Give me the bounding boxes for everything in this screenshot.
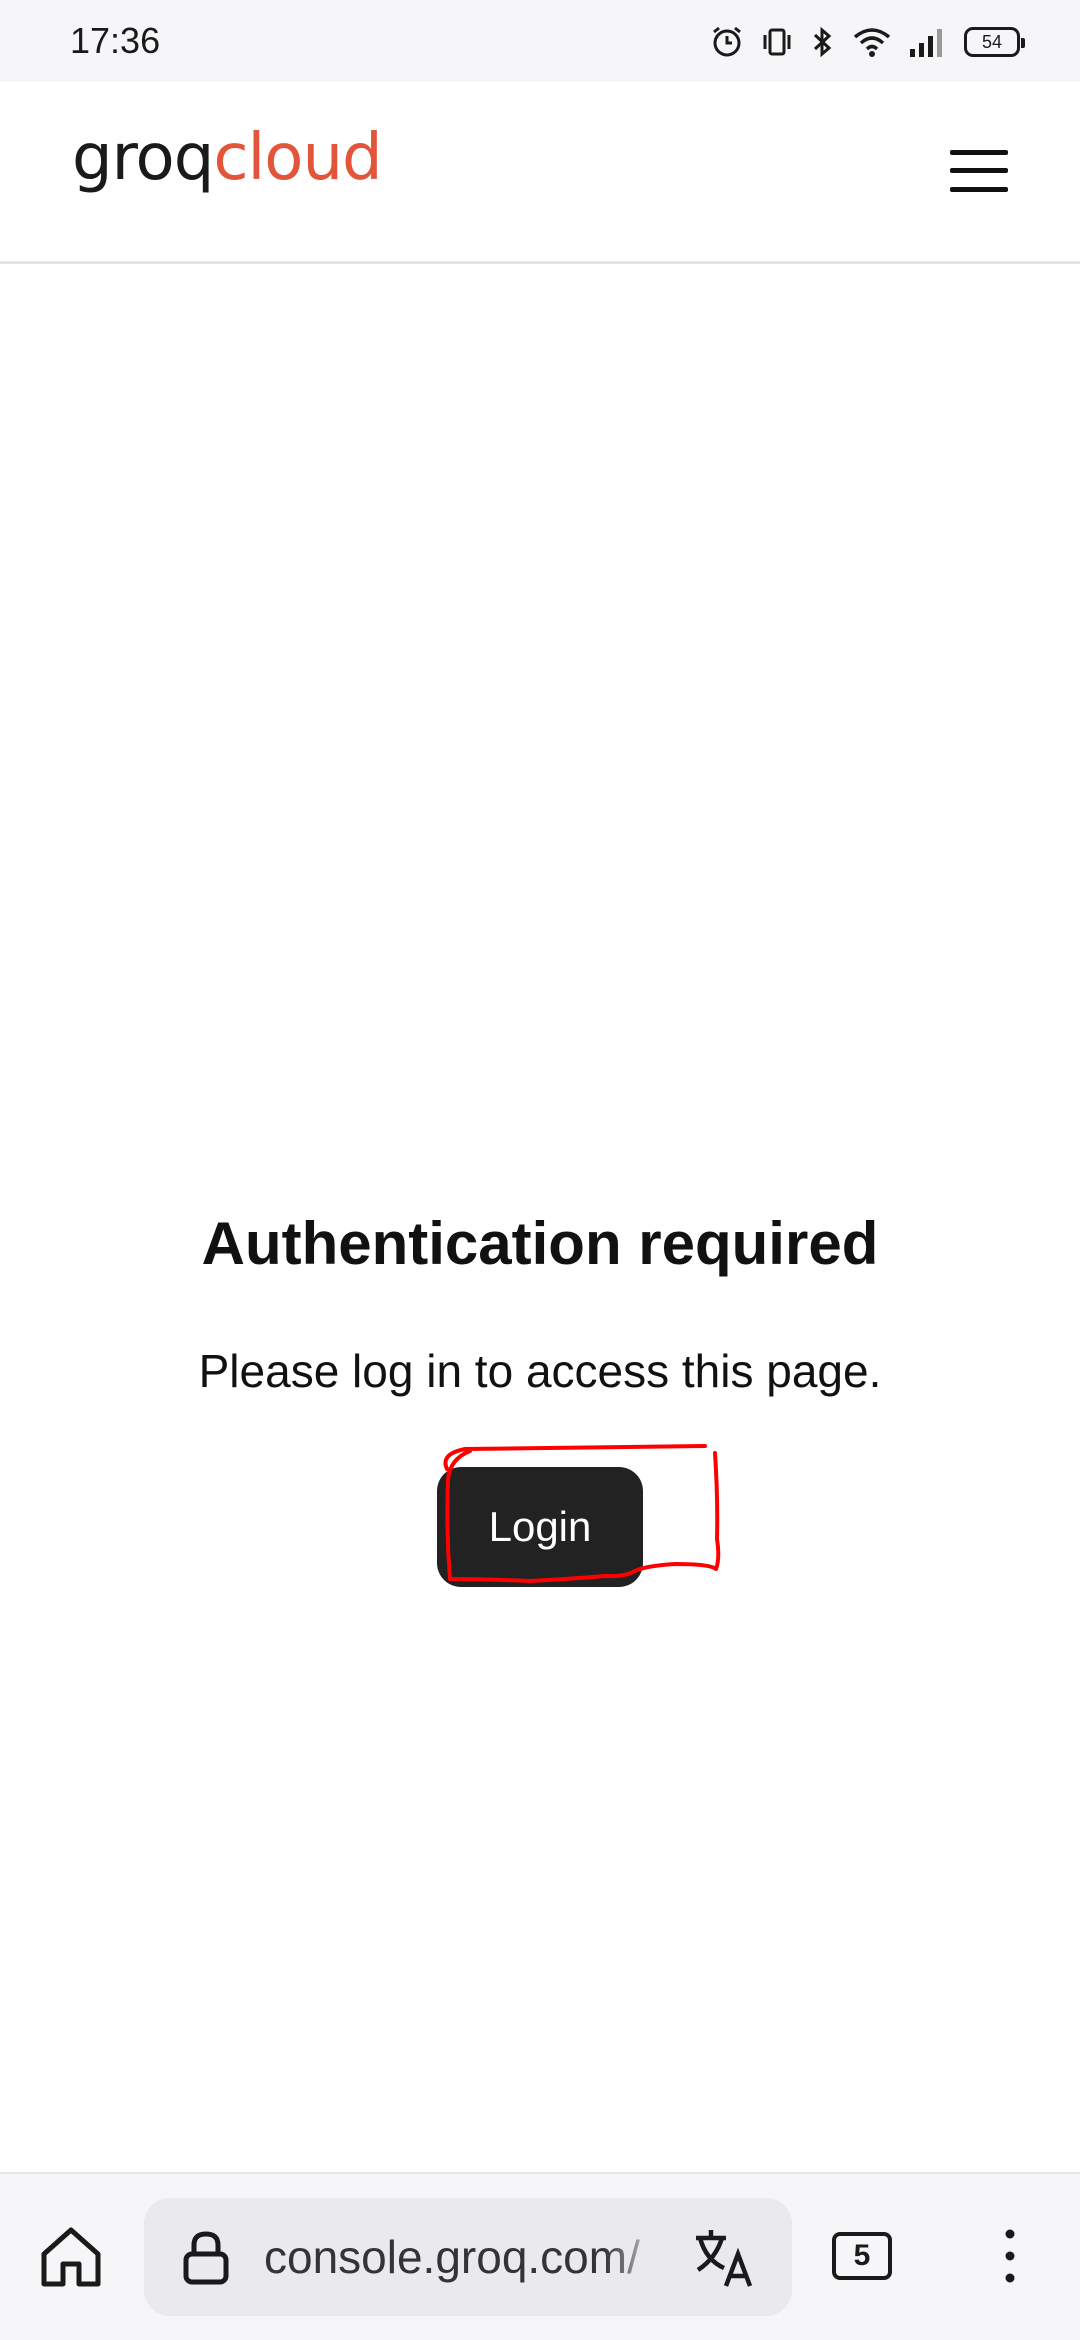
browser-bottom-bar: console.groq.com/ 5 <box>0 2172 1080 2340</box>
wifi-icon <box>852 25 892 59</box>
address-bar[interactable]: console.groq.com/ <box>144 2198 792 2316</box>
vibrate-icon <box>760 25 794 59</box>
lock-icon[interactable] <box>180 2230 232 2286</box>
signal-icon <box>908 25 948 59</box>
battery-icon: 54 <box>964 27 1025 57</box>
login-button[interactable]: Login <box>437 1467 643 1587</box>
tabs-icon[interactable]: 5 <box>832 2232 892 2280</box>
status-time: 17:36 <box>70 20 161 61</box>
page-title: Authentication required <box>201 1210 879 1277</box>
status-icons: 54 <box>710 22 1025 62</box>
main-content: Authentication required Please log in to… <box>0 264 1080 2172</box>
bluetooth-icon <box>810 25 836 59</box>
more-options-icon[interactable] <box>990 2226 1030 2286</box>
url-text[interactable]: console.groq.com/ <box>264 2230 664 2284</box>
app-header: groqcloud <box>0 82 1080 264</box>
alarm-icon <box>710 25 744 59</box>
home-icon[interactable] <box>36 2222 106 2292</box>
translate-icon[interactable] <box>692 2226 756 2288</box>
status-bar: 17:36 54 <box>0 0 1080 82</box>
hamburger-menu-icon[interactable] <box>950 148 1008 194</box>
groqcloud-logo[interactable]: groqcloud <box>72 126 383 190</box>
logo-cloud-text: cloud <box>213 121 382 195</box>
auth-message: Please log in to access this page. <box>198 1345 882 1397</box>
logo-groq-text: groq <box>72 121 214 195</box>
